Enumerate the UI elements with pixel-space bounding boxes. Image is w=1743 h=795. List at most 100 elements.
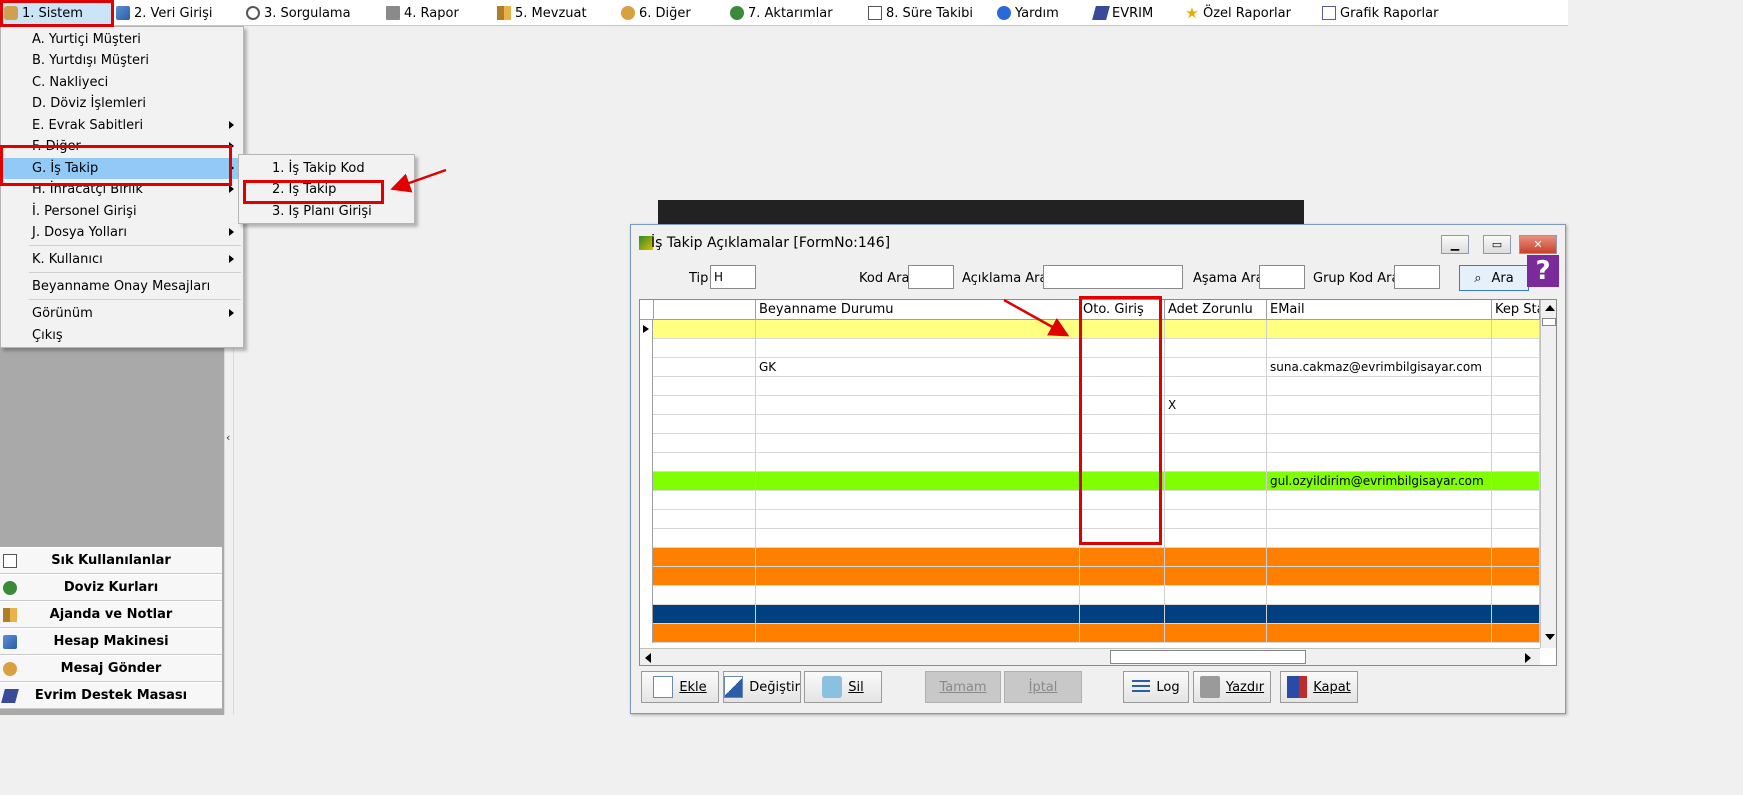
menu-item-yurtici-musteri[interactable]: A. Yurtiçi Müşteri: [2, 29, 242, 50]
table-cell[interactable]: [756, 339, 1080, 358]
kapat-button[interactable]: Kapat: [1280, 671, 1358, 703]
menu-item-dosya-yollari[interactable]: J. Dosya Yolları: [2, 222, 242, 243]
table-cell[interactable]: [1080, 605, 1165, 624]
table-cell[interactable]: [1080, 396, 1165, 415]
send-message-button[interactable]: Mesaj Gönder: [0, 655, 222, 682]
table-cell[interactable]: [1492, 586, 1540, 605]
table-cell[interactable]: [1492, 377, 1540, 396]
row-indicator[interactable]: [640, 434, 653, 453]
row-indicator[interactable]: [640, 586, 653, 605]
menu-item-diger[interactable]: F. Diğer: [2, 136, 242, 157]
table-cell[interactable]: [654, 339, 756, 358]
menu-item-beyanname-onay-mesajlari[interactable]: Beyanname Onay Mesajları: [2, 276, 242, 297]
row-indicator[interactable]: [640, 339, 653, 358]
menu-evrim[interactable]: EVRIM: [1092, 0, 1153, 26]
table-cell[interactable]: [1080, 377, 1165, 396]
table-cell[interactable]: [756, 567, 1080, 586]
menu-sorgulama[interactable]: 3. Sorgulama: [246, 0, 351, 26]
table-cell[interactable]: [1080, 586, 1165, 605]
scroll-left-icon[interactable]: [645, 653, 651, 663]
table-cell[interactable]: [1492, 434, 1540, 453]
minimize-button[interactable]: ▁: [1441, 235, 1469, 254]
ara-button[interactable]: ⌕ Ara: [1459, 265, 1529, 291]
scroll-right-icon[interactable]: [1525, 653, 1531, 663]
table-cell[interactable]: [1492, 320, 1540, 339]
table-cell[interactable]: [1165, 586, 1267, 605]
table-cell[interactable]: [1080, 567, 1165, 586]
table-cell[interactable]: [1165, 529, 1267, 548]
table-cell[interactable]: [1492, 529, 1540, 548]
vertical-scrollbar[interactable]: [1540, 300, 1556, 648]
table-cell[interactable]: [1080, 510, 1165, 529]
currency-rates-button[interactable]: Doviz Kurları: [0, 574, 222, 601]
tamam-button[interactable]: Tamam: [925, 671, 1001, 703]
table-cell[interactable]: [654, 415, 756, 434]
table-row[interactable]: [640, 434, 1540, 453]
col-header-oto-giris[interactable]: Oto. Giriş: [1080, 300, 1165, 320]
table-cell[interactable]: [654, 624, 756, 643]
table-cell[interactable]: [756, 605, 1080, 624]
row-indicator[interactable]: [640, 377, 653, 396]
favorites-button[interactable]: Sık Kullanılanlar: [0, 547, 222, 574]
table-cell[interactable]: [1080, 434, 1165, 453]
table-cell[interactable]: [756, 529, 1080, 548]
table-cell[interactable]: [654, 548, 756, 567]
table-cell[interactable]: [654, 320, 756, 339]
calculator-button[interactable]: Hesap Makinesi: [0, 628, 222, 655]
row-indicator[interactable]: [640, 396, 653, 415]
table-cell[interactable]: [1492, 415, 1540, 434]
table-cell[interactable]: [654, 586, 756, 605]
table-cell[interactable]: [1267, 624, 1492, 643]
table-row[interactable]: [640, 586, 1540, 605]
row-indicator[interactable]: [640, 510, 653, 529]
vscroll-thumb[interactable]: [1542, 318, 1556, 326]
table-cell[interactable]: [1080, 529, 1165, 548]
degistir-button[interactable]: Değiştir: [723, 671, 801, 703]
table-cell[interactable]: [654, 567, 756, 586]
table-cell[interactable]: [1165, 415, 1267, 434]
table-cell[interactable]: [1165, 320, 1267, 339]
table-cell[interactable]: [654, 358, 756, 377]
menu-veri-girisi[interactable]: 2. Veri Girişi: [116, 0, 213, 26]
table-cell[interactable]: [756, 396, 1080, 415]
table-row[interactable]: [640, 491, 1540, 510]
table-cell[interactable]: [1267, 567, 1492, 586]
table-cell[interactable]: [1267, 320, 1492, 339]
table-cell[interactable]: [756, 510, 1080, 529]
table-cell[interactable]: [1267, 548, 1492, 567]
table-cell[interactable]: [654, 472, 756, 491]
table-cell[interactable]: [756, 320, 1080, 339]
yazdir-button[interactable]: Yazdır: [1193, 671, 1271, 703]
table-cell[interactable]: [1080, 453, 1165, 472]
table-cell[interactable]: [654, 396, 756, 415]
submenu-item-is-takip-kod[interactable]: 1. İş Takip Kod: [240, 158, 413, 179]
menu-mevzuat[interactable]: 5. Mevzuat: [497, 0, 587, 26]
table-cell[interactable]: [756, 377, 1080, 396]
iptal-button[interactable]: İptal: [1004, 671, 1082, 703]
table-cell[interactable]: X: [1165, 396, 1267, 415]
table-cell[interactable]: [1267, 605, 1492, 624]
table-cell[interactable]: [1492, 339, 1540, 358]
table-cell[interactable]: [1165, 453, 1267, 472]
table-cell[interactable]: [1267, 510, 1492, 529]
table-row[interactable]: [640, 567, 1540, 586]
table-cell[interactable]: [756, 491, 1080, 510]
table-cell[interactable]: [1267, 415, 1492, 434]
agenda-notes-button[interactable]: Ajanda ve Notlar: [0, 601, 222, 628]
menu-item-nakliyeci[interactable]: C. Nakliyeci: [2, 72, 242, 93]
table-cell[interactable]: [756, 624, 1080, 643]
row-indicator[interactable]: [640, 358, 653, 377]
table-cell[interactable]: [1492, 548, 1540, 567]
table-cell[interactable]: [654, 377, 756, 396]
menu-item-cikis[interactable]: Çıkış: [2, 325, 242, 346]
table-row[interactable]: [640, 453, 1540, 472]
table-cell[interactable]: [1492, 491, 1540, 510]
table-cell[interactable]: [1492, 510, 1540, 529]
table-cell[interactable]: [1492, 358, 1540, 377]
table-row[interactable]: [640, 377, 1540, 396]
table-cell[interactable]: [1080, 415, 1165, 434]
table-cell[interactable]: [654, 529, 756, 548]
col-header-kep-sta[interactable]: Kep Sta: [1492, 300, 1540, 320]
table-cell[interactable]: [654, 605, 756, 624]
menu-item-ihracatci-birlik[interactable]: H. İhracatçı Birlik: [2, 179, 242, 200]
